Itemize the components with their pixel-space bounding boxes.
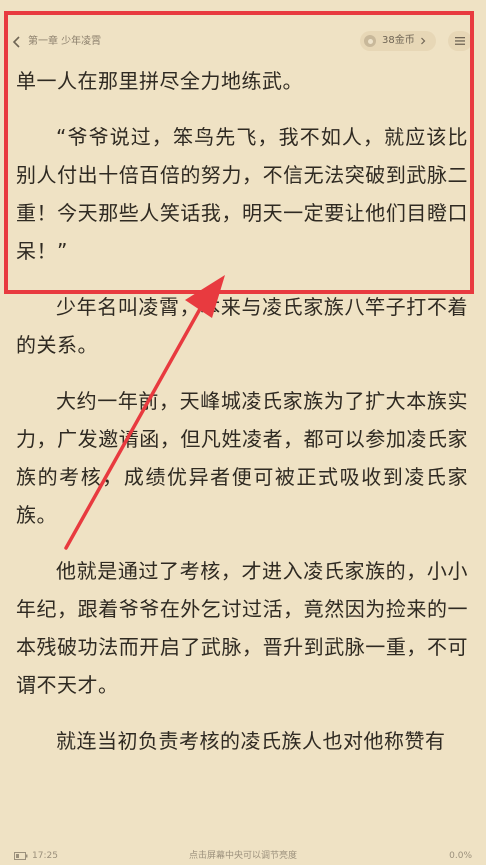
reader-top-bar: 第一章 少年凌霄 38金币 [0,0,486,58]
status-footer: 17:25 点击屏幕中央可以调节亮度 0.0% [0,847,486,865]
paragraph: “爷爷说过，笨鸟先飞，我不如人，就应该比别人付出十倍百倍的努力，不信无法突破到武… [16,125,468,263]
reading-progress: 0.0% [449,851,472,861]
paragraph: 少年名叫凌霄，本来与凌氏家族八竿子打不着的关系。 [16,295,468,357]
coin-icon [364,35,376,47]
paragraph: 他就是通过了考核，才进入凌氏家族的，小小年纪，跟着爷爷在外乞讨过活，竟然因为捡来… [16,559,468,697]
paragraph: 就连当初负责考核的凌氏族人也对他称赞有 [56,729,446,753]
reading-content[interactable]: 单一人在那里拼尽全力地练武。 “爷爷说过，笨鸟先飞，我不如人，就应该比别人付出十… [16,58,468,760]
chevron-right-icon [419,37,427,45]
hamburger-icon [455,37,465,45]
menu-button[interactable] [448,31,472,51]
coins-button[interactable]: 38金币 [360,31,436,51]
paragraph: 大约一年前，天峰城凌氏家族为了扩大本族实力，广发邀请函，但凡姓凌者，都可以参加凌… [16,389,468,527]
back-chevron-icon[interactable] [10,35,24,49]
chapter-title: 第一章 少年凌霄 [28,36,102,47]
coins-label: 38金币 [382,35,415,46]
brightness-hint: 点击屏幕中央可以调节亮度 [188,851,297,861]
paragraph: 单一人在那里拼尽全力地练武。 [16,69,303,93]
